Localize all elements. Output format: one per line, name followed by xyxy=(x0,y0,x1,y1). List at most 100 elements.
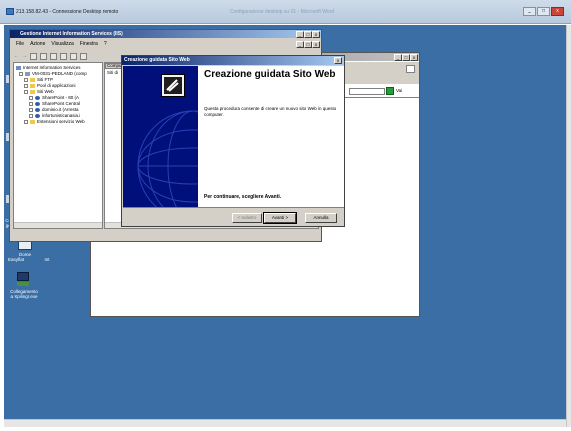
background-window-title: Configurazione desktop su 01 - Microsoft… xyxy=(230,9,335,15)
wizard-side-banner xyxy=(123,66,198,207)
wizard-description: Questa procedura consente di creare un n… xyxy=(204,106,337,117)
desktop-icon-label[interactable]: Collegamento a Xpilingr.exe xyxy=(4,289,44,299)
desktop-icon-label[interactable]: Int xyxy=(42,257,52,262)
wizard-title: Creazione guidata Sito Web xyxy=(124,57,190,63)
computer-icon[interactable] xyxy=(17,272,31,286)
expand-box[interactable] xyxy=(29,113,33,118)
tree-item[interactable]: Siti Web xyxy=(24,89,54,94)
tree-item-label: Internet Information Services xyxy=(23,65,81,70)
wizard-tool-icon xyxy=(161,74,185,97)
wizard-title-bar[interactable]: Creazione guidata Sito Web xyxy=(122,56,344,65)
back-button[interactable]: < Indietro xyxy=(232,213,262,223)
menu-finestra[interactable]: Finestra xyxy=(80,41,98,47)
iis-title-bar[interactable]: Gestione Internet Information Services (… xyxy=(10,30,321,38)
rdp-minimize-button[interactable]: _ xyxy=(523,7,536,16)
desktop-icon-label[interactable]: Dome Easyflat xyxy=(8,252,42,262)
tree-item[interactable]: dominio.it (Arresta xyxy=(29,107,79,112)
website-wizard-dialog[interactable]: Creazione guidata Sito Web x Creazione g… xyxy=(121,55,345,227)
wizard-content: Creazione guidata Sito Web Questa proced… xyxy=(198,66,344,207)
minimize-button[interactable]: _ xyxy=(394,54,402,61)
tree-item-label: infortunisticanasia.i xyxy=(42,113,81,118)
tree-item-label: SharePoint - 80 (A xyxy=(42,95,80,100)
computer-icon[interactable] xyxy=(80,52,87,60)
menu-visualizza[interactable]: Visualizza xyxy=(51,41,73,47)
desktop-icon-label-line: a Xpilingr.exe xyxy=(10,294,38,299)
export-icon[interactable] xyxy=(60,52,67,60)
tree-item[interactable]: Internet Information Services xyxy=(16,65,81,70)
folder-icon xyxy=(30,119,35,124)
tree-item-label: VM-0031-PEDLAND (comp xyxy=(32,71,87,76)
help-icon[interactable] xyxy=(70,52,77,60)
up-icon[interactable] xyxy=(30,52,37,60)
tree-item-label: Pool di applicazioni xyxy=(37,83,76,88)
iis-minimize-button[interactable]: _ xyxy=(296,31,304,38)
rdp-icon xyxy=(6,8,14,15)
globe-icon xyxy=(35,101,40,106)
folder-icon xyxy=(30,89,35,94)
rdp-close-button[interactable]: x xyxy=(551,7,564,16)
expand-box[interactable] xyxy=(29,101,33,106)
rdp-horizontal-scrollbar[interactable] xyxy=(4,419,566,427)
tree-item[interactable]: Siti FTP xyxy=(24,77,53,82)
tree-item[interactable]: infortunisticanasia.i xyxy=(29,113,80,118)
easyflat-icon[interactable] xyxy=(18,241,32,251)
iis-maximize-button[interactable]: □ xyxy=(304,31,312,38)
tree-item-label: Siti FTP xyxy=(37,77,54,82)
iis-icon xyxy=(16,65,21,70)
rdp-maximize-button[interactable]: □ xyxy=(537,7,550,16)
iis-close-button[interactable]: x xyxy=(312,31,320,38)
iis-menu-bar: File Azione Visualizza Finestra ? xyxy=(16,41,113,47)
forward-arrow-icon[interactable]: → xyxy=(22,53,27,59)
expand-box[interactable] xyxy=(24,83,28,88)
desktop-icon-label-line: Easyflat xyxy=(8,257,25,262)
tree-item[interactable]: Estensioni servizio Web xyxy=(24,119,85,124)
wizard-continue-text: Per continuare, scegliere Avanti. xyxy=(204,194,282,200)
folder-icon xyxy=(30,77,35,82)
go-arrow-icon[interactable] xyxy=(386,87,394,95)
mdi-restore-button[interactable]: □ xyxy=(304,41,312,48)
collapse-box[interactable] xyxy=(24,89,28,94)
wizard-button-bar: < Indietro Avanti > Annulla xyxy=(123,207,344,226)
maximize-button[interactable]: □ xyxy=(402,54,410,61)
close-button[interactable]: x xyxy=(410,54,418,61)
menu-help[interactable]: ? xyxy=(104,41,107,47)
globe-icon xyxy=(35,95,40,100)
mdi-close-button[interactable]: x xyxy=(312,41,320,48)
expand-box[interactable] xyxy=(24,119,28,124)
rdp-window: 213.158.82.43 - Connessione Desktop remo… xyxy=(0,0,571,431)
list-item[interactable]: Siti di xyxy=(107,70,118,75)
back-arrow-icon[interactable]: ← xyxy=(14,53,19,59)
iis-title: Gestione Internet Information Services (… xyxy=(20,31,123,37)
computer-icon xyxy=(25,71,30,76)
wizard-close-button[interactable]: x xyxy=(334,57,342,64)
tree-item[interactable]: Pool di applicazioni xyxy=(24,83,76,88)
globe-icon xyxy=(35,107,40,112)
tree-item[interactable]: VM-0031-PEDLAND (comp xyxy=(19,71,87,76)
tree-item-label: Siti Web xyxy=(37,89,54,94)
tree-item[interactable]: SharePoint - 80 (A xyxy=(29,95,79,100)
refresh-icon[interactable] xyxy=(50,52,57,60)
menu-file[interactable]: File xyxy=(16,41,24,47)
next-button[interactable]: Avanti > xyxy=(263,212,297,224)
collapse-box[interactable] xyxy=(19,71,23,76)
expand-box[interactable] xyxy=(29,107,33,112)
rdp-vertical-scrollbar[interactable] xyxy=(566,25,571,427)
rdp-title: 213.158.82.43 - Connessione Desktop remo… xyxy=(16,9,119,15)
mdi-minimize-button[interactable]: _ xyxy=(296,41,304,48)
wizard-heading: Creazione guidata Sito Web xyxy=(204,69,336,80)
iis-tree-pane[interactable]: Internet Information Services VM-0031-PE… xyxy=(13,62,103,229)
menu-azione[interactable]: Azione xyxy=(30,41,45,47)
address-dropdown[interactable] xyxy=(349,88,385,95)
tree-horizontal-scrollbar[interactable] xyxy=(14,222,102,228)
expand-box[interactable] xyxy=(29,95,33,100)
go-button-label[interactable]: Vai xyxy=(396,88,402,93)
properties-icon[interactable] xyxy=(40,52,47,60)
tree-item-label: dominio.it (Arresta xyxy=(42,107,79,112)
expand-box[interactable] xyxy=(24,77,28,82)
rdp-title-bar[interactable]: 213.158.82.43 - Connessione Desktop remo… xyxy=(0,0,571,24)
tree-item-label: Estensioni servizio Web xyxy=(37,119,85,124)
tree-item-label: SharePoint Central xyxy=(42,101,81,106)
cancel-button[interactable]: Annulla xyxy=(305,213,337,223)
tree-item[interactable]: SharePoint Central xyxy=(29,101,80,106)
folder-icon xyxy=(30,83,35,88)
